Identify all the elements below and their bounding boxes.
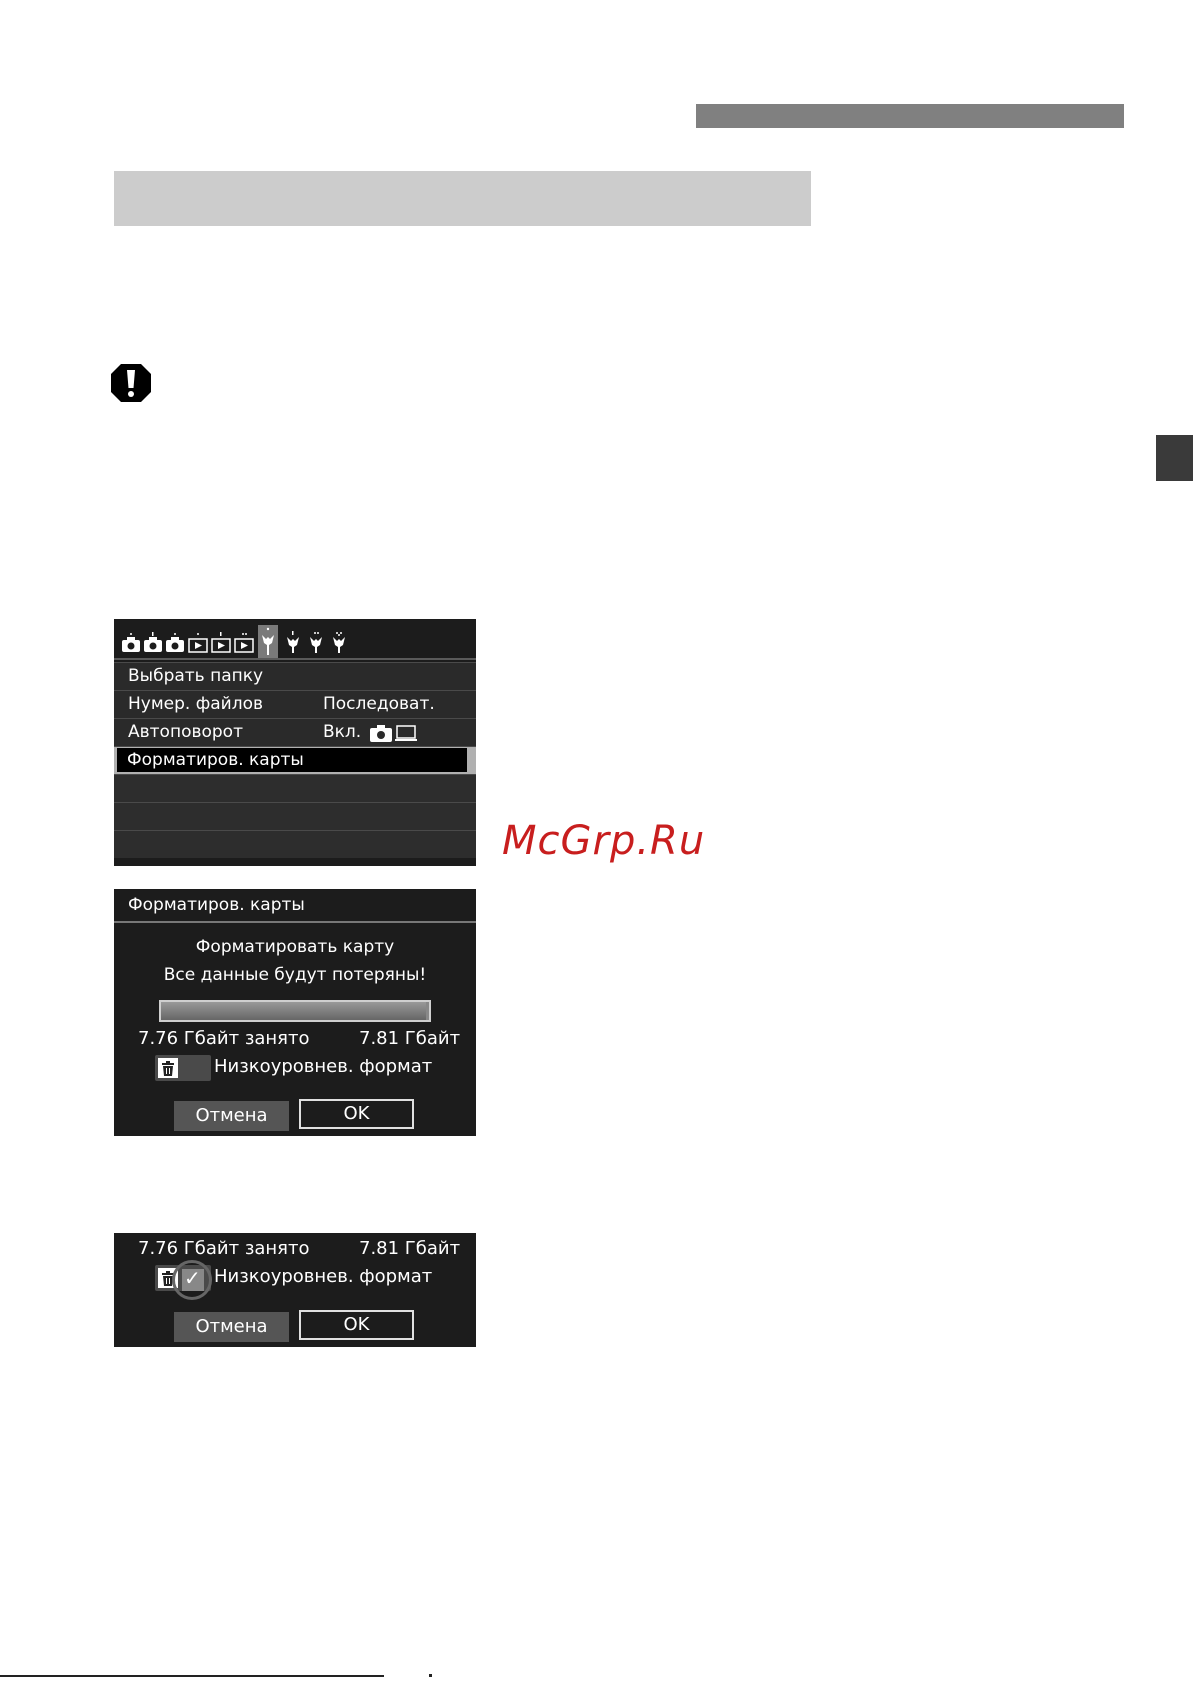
low-level-format-label: Низкоуровнев. формат bbox=[214, 1266, 433, 1287]
header-bar bbox=[696, 104, 1124, 128]
menu-item-label: Выбрать папку bbox=[128, 666, 264, 686]
menu-tab-bar bbox=[114, 619, 476, 659]
used-space: 7.76 Гбайт занято bbox=[138, 1028, 310, 1049]
menu-item-file-numbering[interactable]: Нумер. файлов Последоват. bbox=[114, 690, 476, 718]
highlight-circle bbox=[172, 1260, 212, 1300]
cancel-button[interactable]: Отмена bbox=[174, 1312, 289, 1342]
menu-item-label: Форматиров. карты bbox=[127, 750, 304, 770]
format-dialog-checked-screen: 7.76 Гбайт занято 7.81 Гбайт ✓ Низкоуров… bbox=[114, 1233, 476, 1347]
selection-highlight: Форматиров. карты bbox=[117, 748, 467, 772]
total-space: 7.81 Гбайт bbox=[359, 1238, 461, 1259]
tab-underline bbox=[114, 658, 476, 660]
play-tab-icon-3[interactable] bbox=[234, 631, 254, 653]
play-tab-icon-2[interactable] bbox=[211, 631, 231, 653]
ok-button[interactable]: OK bbox=[299, 1310, 414, 1340]
auto-rotate-icons bbox=[370, 723, 420, 743]
format-prompt: Форматировать карту bbox=[195, 937, 395, 957]
camera-tab-icon-1[interactable] bbox=[121, 631, 141, 653]
section-band bbox=[114, 171, 811, 226]
computer-icon bbox=[395, 725, 417, 741]
menu-item-format-card[interactable]: Форматиров. карты bbox=[114, 746, 476, 774]
data-loss-warning: Все данные будут потеряны! bbox=[163, 965, 427, 985]
card-usage-fill bbox=[161, 1002, 427, 1020]
footer-mark bbox=[429, 1674, 432, 1677]
setup-tab-icon-1[interactable] bbox=[258, 625, 278, 659]
camera-tab-icon-2[interactable] bbox=[143, 631, 163, 653]
cancel-button[interactable]: Отмена bbox=[174, 1101, 289, 1131]
menu-bottom-edge bbox=[114, 858, 476, 866]
chapter-side-tab bbox=[1156, 435, 1193, 481]
menu-item-label: Нумер. файлов bbox=[128, 694, 264, 714]
total-space: 7.81 Гбайт bbox=[359, 1028, 461, 1049]
caution-icon bbox=[111, 364, 151, 402]
play-tab-icon-1[interactable] bbox=[188, 631, 208, 653]
menu-item-value: Последоват. bbox=[323, 694, 435, 714]
menu-item-auto-rotate[interactable]: Автоповорот Вкл. bbox=[114, 718, 476, 746]
format-dialog-screen: Форматиров. карты Форматировать карту Вс… bbox=[114, 889, 476, 1136]
setup-tab-icon-4[interactable] bbox=[329, 631, 349, 653]
camera-icon bbox=[370, 725, 392, 742]
footer-rule bbox=[0, 1675, 384, 1677]
setup-tab-icon-3[interactable] bbox=[306, 631, 326, 653]
trash-icon bbox=[158, 1058, 178, 1078]
ok-button[interactable]: OK bbox=[299, 1099, 414, 1129]
setup-tab-icon-2[interactable] bbox=[283, 631, 303, 653]
menu-item-empty bbox=[114, 802, 476, 830]
camera-tab-icon-3[interactable] bbox=[165, 631, 185, 653]
title-divider bbox=[114, 921, 476, 923]
menu-item-label: Автоповорот bbox=[128, 722, 243, 742]
used-space: 7.76 Гбайт занято bbox=[138, 1238, 310, 1259]
watermark: McGrp.Ru bbox=[502, 818, 706, 864]
menu-item-select-folder[interactable]: Выбрать папку bbox=[114, 662, 476, 690]
camera-menu-screen: Выбрать папку Нумер. файлов Последоват. … bbox=[114, 619, 476, 866]
menu-item-empty bbox=[114, 774, 476, 802]
dialog-title: Форматиров. карты bbox=[128, 895, 305, 915]
menu-item-value: Вкл. bbox=[323, 722, 362, 742]
card-usage-bar bbox=[159, 1000, 431, 1022]
low-level-format-label: Низкоуровнев. формат bbox=[214, 1056, 433, 1077]
menu-item-empty bbox=[114, 830, 476, 858]
low-level-format-checkbox[interactable] bbox=[155, 1055, 211, 1081]
